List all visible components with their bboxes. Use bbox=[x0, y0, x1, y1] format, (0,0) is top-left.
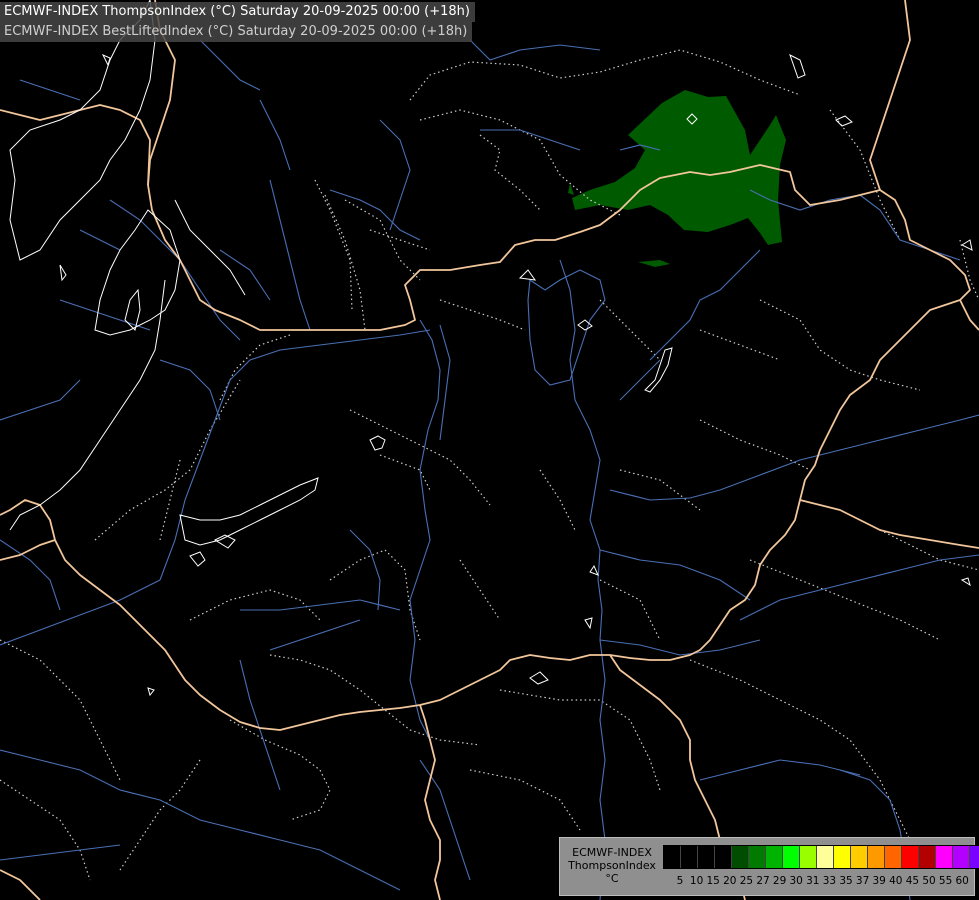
weather-map bbox=[0, 0, 979, 900]
legend-swatch bbox=[783, 846, 800, 868]
legend-tick-label: 50 bbox=[922, 875, 936, 887]
legend-tick-label: 45 bbox=[905, 875, 920, 887]
legend-tick-label: 25 bbox=[739, 875, 754, 887]
legend-tick-label: 31 bbox=[806, 875, 820, 887]
legend-tick-label: 60 bbox=[955, 875, 969, 887]
legend-tick-label: 30 bbox=[789, 875, 803, 887]
legend-swatch bbox=[953, 846, 970, 868]
legend-tick-label: 5 bbox=[676, 875, 684, 887]
map-title-secondary: ECMWF-INDEX BestLiftedIndex (°C) Saturda… bbox=[0, 22, 473, 42]
legend-swatch bbox=[749, 846, 766, 868]
legend-tick-label: 37 bbox=[855, 875, 870, 887]
legend-swatch bbox=[732, 846, 749, 868]
legend-swatch bbox=[851, 846, 868, 868]
legend-parameter: ThompsonIndex bbox=[568, 859, 656, 872]
legend-tick-label: 20 bbox=[723, 875, 737, 887]
legend-tick-label: 15 bbox=[706, 875, 720, 887]
legend-swatch bbox=[817, 846, 834, 868]
legend-tick-label: 55 bbox=[938, 875, 953, 887]
legend-swatch bbox=[681, 846, 698, 868]
legend-tick-label: 39 bbox=[872, 875, 886, 887]
legend-swatches bbox=[663, 845, 979, 869]
legend-swatch bbox=[902, 846, 919, 868]
legend-swatch bbox=[936, 846, 953, 868]
legend-swatch bbox=[970, 846, 979, 868]
legend-swatch bbox=[698, 846, 715, 868]
legend-swatch bbox=[919, 846, 936, 868]
legend-swatch bbox=[834, 846, 851, 868]
legend-swatch bbox=[715, 846, 732, 868]
legend-tick-label: 10 bbox=[689, 875, 704, 887]
legend-unit: °C bbox=[605, 872, 619, 885]
map-title-primary: ECMWF-INDEX ThompsonIndex (°C) Saturday … bbox=[0, 2, 475, 22]
legend-tick-label: 29 bbox=[772, 875, 787, 887]
legend-model: ECMWF-INDEX bbox=[572, 846, 652, 859]
legend-swatch bbox=[664, 846, 681, 868]
legend-swatch bbox=[885, 846, 902, 868]
legend-label: ECMWF-INDEX ThompsonIndex °C bbox=[562, 846, 662, 885]
legend-swatch bbox=[868, 846, 885, 868]
legend-swatch bbox=[800, 846, 817, 868]
legend-swatch bbox=[766, 846, 783, 868]
color-legend: ECMWF-INDEX ThompsonIndex °C 5 10 15 20 25 27… bbox=[559, 837, 979, 896]
legend-tick-label: 33 bbox=[822, 875, 837, 887]
legend-tick-label: 27 bbox=[756, 875, 770, 887]
legend-tick-label: 40 bbox=[889, 875, 903, 887]
legend-tick-label: 35 bbox=[839, 875, 853, 887]
